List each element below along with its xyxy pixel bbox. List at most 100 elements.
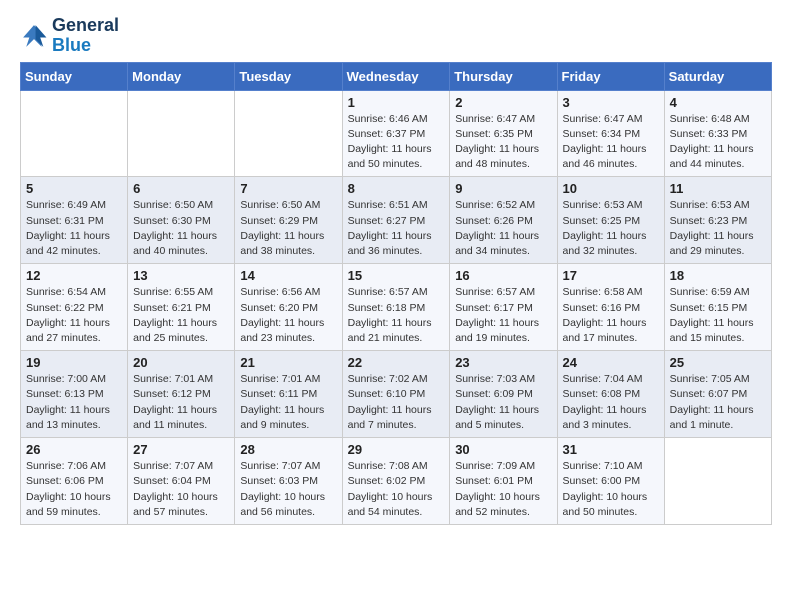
calendar-cell bbox=[235, 90, 342, 177]
calendar-cell: 25 Sunrise: 7:05 AM Sunset: 6:07 PM Dayli… bbox=[664, 351, 771, 438]
day-info: Sunrise: 6:53 AM Sunset: 6:25 PM Dayligh… bbox=[563, 198, 659, 259]
calendar-cell: 22 Sunrise: 7:02 AM Sunset: 6:10 PM Dayli… bbox=[342, 351, 450, 438]
calendar-cell bbox=[21, 90, 128, 177]
calendar-cell: 7 Sunrise: 6:50 AM Sunset: 6:29 PM Daylig… bbox=[235, 177, 342, 264]
calendar-cell: 5 Sunrise: 6:49 AM Sunset: 6:31 PM Daylig… bbox=[21, 177, 128, 264]
calendar-cell: 21Sunrise: 7:01 AM Sunset: 6:11 PM Dayli… bbox=[235, 351, 342, 438]
day-info: Sunrise: 6:46 AM Sunset: 6:37 PM Dayligh… bbox=[348, 112, 445, 173]
page-header: GeneralBlue bbox=[20, 16, 772, 56]
logo-text: GeneralBlue bbox=[52, 16, 119, 56]
day-number: 26 bbox=[26, 442, 122, 457]
weekday-header-thursday: Thursday bbox=[450, 62, 557, 90]
calendar-cell: 6 Sunrise: 6:50 AM Sunset: 6:30 PM Daylig… bbox=[128, 177, 235, 264]
day-number: 16 bbox=[455, 268, 551, 283]
day-number: 14 bbox=[240, 268, 336, 283]
day-info: Sunrise: 6:54 AM Sunset: 6:22 PM Dayligh… bbox=[26, 285, 122, 346]
day-number: 20 bbox=[133, 355, 229, 370]
calendar-table: SundayMondayTuesdayWednesdayThursdayFrid… bbox=[20, 62, 772, 525]
day-info: Sunrise: 6:53 AM Sunset: 6:23 PM Dayligh… bbox=[670, 198, 766, 259]
day-info: Sunrise: 6:47 AM Sunset: 6:34 PM Dayligh… bbox=[563, 112, 659, 173]
day-info: Sunrise: 6:51 AM Sunset: 6:27 PM Dayligh… bbox=[348, 198, 445, 259]
day-number: 10 bbox=[563, 181, 659, 196]
day-info: Sunrise: 7:01 AM Sunset: 6:12 PM Dayligh… bbox=[133, 372, 229, 433]
weekday-header-saturday: Saturday bbox=[664, 62, 771, 90]
calendar-cell: 27Sunrise: 7:07 AM Sunset: 6:04 PM Dayli… bbox=[128, 438, 235, 525]
day-info: Sunrise: 7:00 AM Sunset: 6:13 PM Dayligh… bbox=[26, 372, 122, 433]
calendar-cell: 2 Sunrise: 6:47 AM Sunset: 6:35 PM Daylig… bbox=[450, 90, 557, 177]
page-container: GeneralBlue SundayMondayTuesdayWednesday… bbox=[0, 0, 792, 537]
day-info: Sunrise: 6:52 AM Sunset: 6:26 PM Dayligh… bbox=[455, 198, 551, 259]
day-number: 17 bbox=[563, 268, 659, 283]
day-number: 21 bbox=[240, 355, 336, 370]
calendar-cell: 4 Sunrise: 6:48 AM Sunset: 6:33 PM Daylig… bbox=[664, 90, 771, 177]
day-info: Sunrise: 6:49 AM Sunset: 6:31 PM Dayligh… bbox=[26, 198, 122, 259]
day-number: 4 bbox=[670, 95, 766, 110]
logo-icon bbox=[20, 22, 48, 50]
day-number: 24 bbox=[563, 355, 659, 370]
day-number: 22 bbox=[348, 355, 445, 370]
day-number: 15 bbox=[348, 268, 445, 283]
day-info: Sunrise: 7:07 AM Sunset: 6:03 PM Dayligh… bbox=[240, 459, 336, 520]
calendar-cell bbox=[128, 90, 235, 177]
calendar-cell bbox=[664, 438, 771, 525]
day-info: Sunrise: 7:08 AM Sunset: 6:02 PM Dayligh… bbox=[348, 459, 445, 520]
calendar-week-4: 19 Sunrise: 7:00 AM Sunset: 6:13 PM Dayli… bbox=[21, 351, 772, 438]
day-info: Sunrise: 7:05 AM Sunset: 6:07 PM Dayligh… bbox=[670, 372, 766, 433]
day-number: 29 bbox=[348, 442, 445, 457]
day-number: 1 bbox=[348, 95, 445, 110]
day-info: Sunrise: 7:10 AM Sunset: 6:00 PM Dayligh… bbox=[563, 459, 659, 520]
day-number: 13 bbox=[133, 268, 229, 283]
day-info: Sunrise: 6:59 AM Sunset: 6:15 PM Dayligh… bbox=[670, 285, 766, 346]
day-number: 6 bbox=[133, 181, 229, 196]
day-number: 30 bbox=[455, 442, 551, 457]
day-number: 18 bbox=[670, 268, 766, 283]
calendar-cell: 10 Sunrise: 6:53 AM Sunset: 6:25 PM Dayli… bbox=[557, 177, 664, 264]
day-number: 12 bbox=[26, 268, 122, 283]
day-number: 23 bbox=[455, 355, 551, 370]
calendar-cell: 23 Sunrise: 7:03 AM Sunset: 6:09 PM Dayli… bbox=[450, 351, 557, 438]
day-number: 5 bbox=[26, 181, 122, 196]
weekday-header-row: SundayMondayTuesdayWednesdayThursdayFrid… bbox=[21, 62, 772, 90]
day-info: Sunrise: 6:56 AM Sunset: 6:20 PM Dayligh… bbox=[240, 285, 336, 346]
day-number: 19 bbox=[26, 355, 122, 370]
day-info: Sunrise: 7:09 AM Sunset: 6:01 PM Dayligh… bbox=[455, 459, 551, 520]
day-number: 9 bbox=[455, 181, 551, 196]
weekday-header-tuesday: Tuesday bbox=[235, 62, 342, 90]
day-number: 25 bbox=[670, 355, 766, 370]
day-info: Sunrise: 6:47 AM Sunset: 6:35 PM Dayligh… bbox=[455, 112, 551, 173]
calendar-cell: 28 Sunrise: 7:07 AM Sunset: 6:03 PM Dayli… bbox=[235, 438, 342, 525]
weekday-header-wednesday: Wednesday bbox=[342, 62, 450, 90]
day-info: Sunrise: 6:48 AM Sunset: 6:33 PM Dayligh… bbox=[670, 112, 766, 173]
weekday-header-sunday: Sunday bbox=[21, 62, 128, 90]
calendar-cell: 14 Sunrise: 6:56 AM Sunset: 6:20 PM Dayli… bbox=[235, 264, 342, 351]
day-info: Sunrise: 7:04 AM Sunset: 6:08 PM Dayligh… bbox=[563, 372, 659, 433]
calendar-cell: 16Sunrise: 6:57 AM Sunset: 6:17 PM Dayli… bbox=[450, 264, 557, 351]
calendar-cell: 11 Sunrise: 6:53 AM Sunset: 6:23 PM Dayli… bbox=[664, 177, 771, 264]
day-info: Sunrise: 7:06 AM Sunset: 6:06 PM Dayligh… bbox=[26, 459, 122, 520]
day-number: 7 bbox=[240, 181, 336, 196]
day-info: Sunrise: 7:07 AM Sunset: 6:04 PM Dayligh… bbox=[133, 459, 229, 520]
calendar-cell: 24 Sunrise: 7:04 AM Sunset: 6:08 PM Dayli… bbox=[557, 351, 664, 438]
calendar-cell: 17Sunrise: 6:58 AM Sunset: 6:16 PM Dayli… bbox=[557, 264, 664, 351]
calendar-cell: 12 Sunrise: 6:54 AM Sunset: 6:22 PM Dayli… bbox=[21, 264, 128, 351]
day-info: Sunrise: 7:03 AM Sunset: 6:09 PM Dayligh… bbox=[455, 372, 551, 433]
day-number: 28 bbox=[240, 442, 336, 457]
calendar-cell: 15Sunrise: 6:57 AM Sunset: 6:18 PM Dayli… bbox=[342, 264, 450, 351]
logo: GeneralBlue bbox=[20, 16, 119, 56]
calendar-cell: 8Sunrise: 6:51 AM Sunset: 6:27 PM Daylig… bbox=[342, 177, 450, 264]
calendar-cell: 20 Sunrise: 7:01 AM Sunset: 6:12 PM Dayli… bbox=[128, 351, 235, 438]
day-info: Sunrise: 6:50 AM Sunset: 6:29 PM Dayligh… bbox=[240, 198, 336, 259]
day-number: 3 bbox=[563, 95, 659, 110]
day-info: Sunrise: 6:55 AM Sunset: 6:21 PM Dayligh… bbox=[133, 285, 229, 346]
calendar-cell: 19 Sunrise: 7:00 AM Sunset: 6:13 PM Dayli… bbox=[21, 351, 128, 438]
day-number: 2 bbox=[455, 95, 551, 110]
day-number: 31 bbox=[563, 442, 659, 457]
calendar-cell: 30 Sunrise: 7:09 AM Sunset: 6:01 PM Dayli… bbox=[450, 438, 557, 525]
calendar-cell: 13 Sunrise: 6:55 AM Sunset: 6:21 PM Dayli… bbox=[128, 264, 235, 351]
day-number: 11 bbox=[670, 181, 766, 196]
calendar-week-2: 5 Sunrise: 6:49 AM Sunset: 6:31 PM Daylig… bbox=[21, 177, 772, 264]
calendar-week-3: 12 Sunrise: 6:54 AM Sunset: 6:22 PM Dayli… bbox=[21, 264, 772, 351]
day-info: Sunrise: 7:02 AM Sunset: 6:10 PM Dayligh… bbox=[348, 372, 445, 433]
day-info: Sunrise: 6:50 AM Sunset: 6:30 PM Dayligh… bbox=[133, 198, 229, 259]
weekday-header-monday: Monday bbox=[128, 62, 235, 90]
